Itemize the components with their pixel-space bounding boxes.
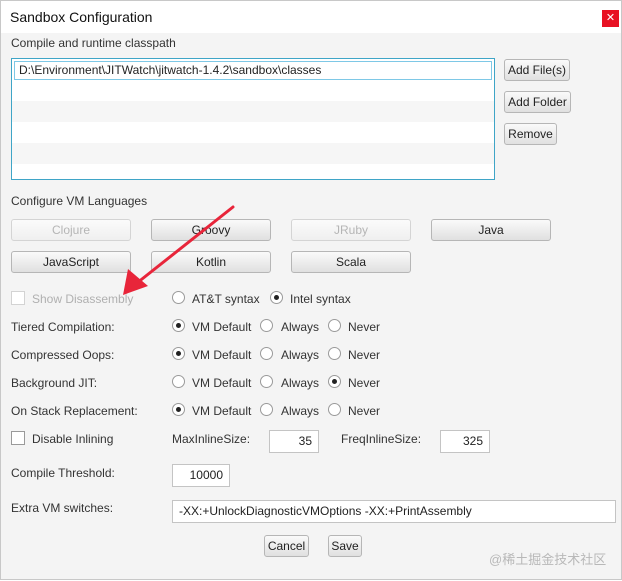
classpath-label: Compile and runtime classpath	[11, 36, 176, 50]
always-label: Always	[281, 320, 320, 334]
list-filler-row	[12, 164, 494, 179]
intel-syntax-label: Intel syntax	[290, 292, 351, 306]
intel-syntax-radio[interactable]	[270, 291, 283, 304]
list-filler-row	[12, 80, 494, 101]
lang-java-button[interactable]: Java	[431, 219, 551, 241]
window-title: Sandbox Configuration	[10, 9, 153, 25]
vm-default-label: VM Default	[192, 348, 252, 362]
lang-kotlin-button[interactable]: Kotlin	[151, 251, 271, 273]
title-bar: Sandbox Configuration ✕	[1, 1, 621, 33]
lang-groovy-button[interactable]: Groovy	[151, 219, 271, 241]
disable-inlining-checkbox[interactable]	[11, 431, 25, 445]
add-files-button[interactable]: Add File(s)	[504, 59, 570, 81]
bgjit-never-radio[interactable]	[328, 375, 341, 388]
tiered-always-radio[interactable]	[260, 319, 273, 332]
list-filler-row	[12, 122, 494, 143]
show-disassembly-checkbox[interactable]	[11, 291, 25, 305]
tiered-compilation-label: Tiered Compilation:	[11, 320, 115, 334]
always-label: Always	[281, 348, 320, 362]
compile-threshold-label: Compile Threshold:	[11, 466, 115, 480]
lang-clojure-button[interactable]: Clojure	[11, 219, 131, 241]
osr-never-radio[interactable]	[328, 403, 341, 416]
lang-scala-button[interactable]: Scala	[291, 251, 411, 273]
vm-default-label: VM Default	[192, 404, 252, 418]
close-icon[interactable]: ✕	[602, 10, 619, 27]
max-inline-size-input[interactable]: 35	[269, 430, 319, 453]
compile-threshold-input[interactable]: 10000	[172, 464, 230, 487]
show-disassembly-label: Show Disassembly	[32, 292, 134, 306]
bgjit-vm-default-radio[interactable]	[172, 375, 185, 388]
never-label: Never	[348, 348, 381, 362]
att-syntax-label: AT&T syntax	[192, 292, 260, 306]
add-folder-button[interactable]: Add Folder	[504, 91, 571, 113]
never-label: Never	[348, 376, 381, 390]
freq-inline-size-input[interactable]: 325	[440, 430, 490, 453]
lang-jruby-button[interactable]: JRuby	[291, 219, 411, 241]
max-inline-size-label: MaxInlineSize:	[172, 432, 251, 446]
list-filler-row	[12, 143, 494, 164]
compressed-oops-label: Compressed Oops:	[11, 348, 115, 362]
oops-always-radio[interactable]	[260, 347, 273, 360]
list-filler-row	[12, 101, 494, 122]
remove-button[interactable]: Remove	[504, 123, 557, 145]
bgjit-always-radio[interactable]	[260, 375, 273, 388]
watermark: @稀土掘金技术社区	[489, 552, 607, 567]
vm-languages-label: Configure VM Languages	[11, 194, 148, 208]
tiered-vm-default-radio[interactable]	[172, 319, 185, 332]
osr-vm-default-radio[interactable]	[172, 403, 185, 416]
att-syntax-radio[interactable]	[172, 291, 185, 304]
sandbox-config-window: Sandbox Configuration ✕ Compile and runt…	[0, 0, 622, 580]
save-button[interactable]: Save	[328, 535, 362, 557]
never-label: Never	[348, 404, 381, 418]
oops-never-radio[interactable]	[328, 347, 341, 360]
vm-default-label: VM Default	[192, 376, 252, 390]
background-jit-label: Background JIT:	[11, 376, 98, 390]
vm-default-label: VM Default	[192, 320, 252, 334]
classpath-list[interactable]: D:\Environment\JITWatch\jitwatch-1.4.2\s…	[11, 58, 495, 180]
osr-always-radio[interactable]	[260, 403, 273, 416]
always-label: Always	[281, 376, 320, 390]
always-label: Always	[281, 404, 320, 418]
freq-inline-size-label: FreqInlineSize:	[341, 432, 422, 446]
tiered-never-radio[interactable]	[328, 319, 341, 332]
osr-label: On Stack Replacement:	[11, 404, 138, 418]
disable-inlining-label: Disable Inlining	[32, 432, 114, 446]
classpath-entry[interactable]: D:\Environment\JITWatch\jitwatch-1.4.2\s…	[14, 61, 492, 80]
extra-vm-switches-input[interactable]: -XX:+UnlockDiagnosticVMOptions -XX:+Prin…	[172, 500, 616, 523]
extra-vm-switches-label: Extra VM switches:	[11, 501, 114, 515]
oops-vm-default-radio[interactable]	[172, 347, 185, 360]
cancel-button[interactable]: Cancel	[264, 535, 309, 557]
never-label: Never	[348, 320, 381, 334]
lang-javascript-button[interactable]: JavaScript	[11, 251, 131, 273]
